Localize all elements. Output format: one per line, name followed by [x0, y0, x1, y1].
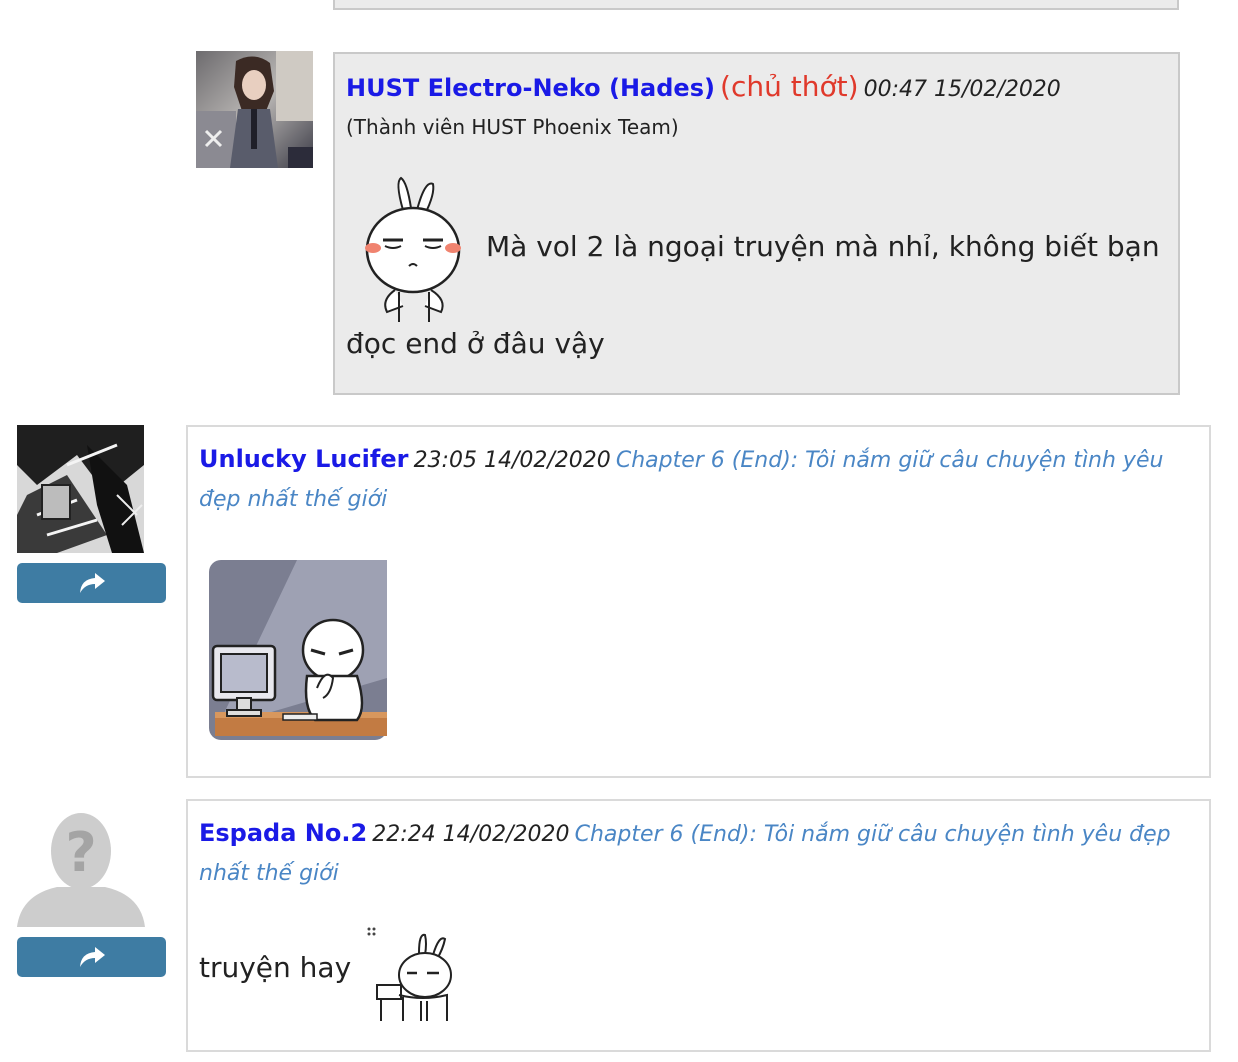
bunny-sleepy-sticker-icon — [367, 927, 452, 1021]
comment-header: Unlucky Lucifer 23:05 14/02/2020 Chapter… — [199, 445, 1163, 473]
avatar[interactable]: ? — [17, 799, 145, 927]
comment-card: Unlucky Lucifer 23:05 14/02/2020 Chapter… — [186, 425, 1211, 778]
svg-text:?: ? — [65, 821, 96, 884]
comment-header: Espada No.2 22:24 14/02/2020 Chapter 6 (… — [199, 819, 1171, 847]
computer-thinking-sticker-icon — [209, 560, 387, 740]
avatar[interactable] — [196, 51, 313, 168]
username-link[interactable]: HUST Electro-Neko (Hades) — [346, 74, 715, 102]
username-link[interactable]: Espada No.2 — [199, 819, 367, 847]
sticker — [355, 174, 473, 324]
comment-text: truyện hay — [199, 951, 352, 984]
previous-reply-box — [333, 0, 1179, 10]
reply-comment: HUST Electro-Neko (Hades) (chủ thớt) 00:… — [333, 52, 1180, 395]
comment-text-line1: Mà vol 2 là ngoại truyện mà nhỉ, không b… — [486, 230, 1160, 263]
manga-art-avatar-icon — [17, 425, 144, 553]
anime-character-avatar-icon — [196, 51, 313, 168]
chapter-link-line2[interactable]: nhất thế giới — [199, 861, 339, 886]
chapter-link[interactable]: Chapter 6 (End): Tôi nắm giữ câu chuyện … — [616, 448, 1164, 473]
default-user-avatar-icon: ? — [17, 799, 145, 927]
share-arrow-icon — [79, 947, 105, 967]
sticker — [207, 558, 389, 742]
share-button[interactable] — [17, 937, 166, 977]
comment-text-line2: đọc end ở đâu vậy — [346, 327, 605, 360]
username-link[interactable]: Unlucky Lucifer — [199, 445, 408, 473]
bunny-sulking-sticker-icon — [365, 176, 461, 322]
chapter-link-line2[interactable]: đẹp nhất thế giới — [199, 487, 387, 512]
owner-badge: (chủ thớt) — [720, 70, 859, 103]
comment-card: Espada No.2 22:24 14/02/2020 Chapter 6 (… — [186, 799, 1211, 1052]
comment-time: 00:47 15/02/2020 — [863, 77, 1061, 102]
chapter-link[interactable]: Chapter 6 (End): Tôi nắm giữ câu chuyện … — [575, 822, 1171, 847]
comment-time: 23:05 14/02/2020 — [413, 448, 611, 473]
share-button[interactable] — [17, 563, 166, 603]
comment-time: 22:24 14/02/2020 — [372, 822, 570, 847]
member-note: (Thành viên HUST Phoenix Team) — [346, 115, 679, 139]
comment-header: HUST Electro-Neko (Hades) (chủ thớt) 00:… — [346, 70, 1061, 103]
share-arrow-icon — [79, 573, 105, 593]
sticker — [363, 923, 455, 1025]
avatar[interactable] — [17, 425, 144, 553]
